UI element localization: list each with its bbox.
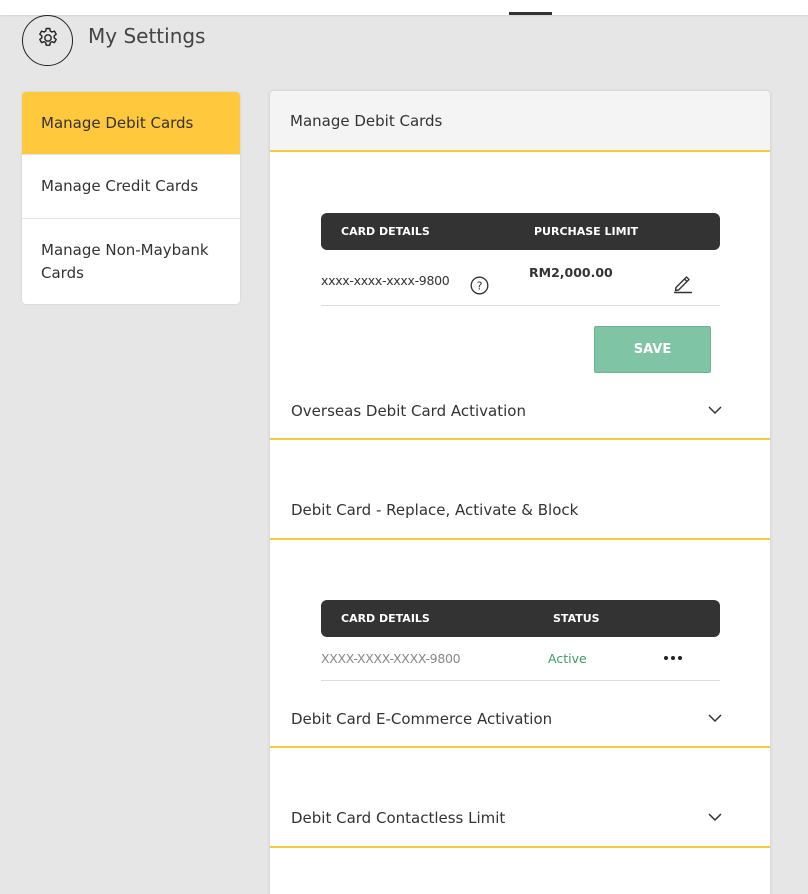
section-divider (270, 846, 770, 848)
section-divider (270, 438, 770, 440)
sidebar-item-manage-debit-cards[interactable]: Manage Debit Cards (22, 92, 240, 155)
ecommerce-activation-title[interactable]: Debit Card E-Commerce Activation (291, 710, 552, 728)
gear-icon (36, 26, 60, 54)
settings-button[interactable] (22, 14, 73, 66)
contactless-limit-title[interactable]: Debit Card Contactless Limit (291, 809, 505, 827)
section-divider (270, 538, 770, 540)
active-tab-indicator (509, 12, 552, 15)
overseas-activation-title[interactable]: Overseas Debit Card Activation (291, 402, 526, 420)
purchase-table-header: CARD DETAILS PURCHASE LIMIT (321, 213, 720, 250)
sidebar: Manage Debit Cards Manage Credit Cards M… (22, 92, 240, 304)
chevron-down-icon[interactable] (706, 808, 724, 826)
top-bar (0, 0, 808, 15)
card-number: XXXX-XXXX-XXXX-9800 (321, 651, 461, 666)
sidebar-item-manage-non-maybank-cards[interactable]: Manage Non-Maybank Cards (22, 219, 240, 304)
edit-icon[interactable] (672, 272, 694, 294)
more-options-icon[interactable] (662, 649, 686, 667)
page-header: My Settings (22, 14, 205, 66)
row-divider (321, 680, 720, 681)
save-button[interactable]: SAVE (594, 326, 711, 373)
chevron-down-icon[interactable] (706, 401, 724, 419)
panel-title: Manage Debit Cards (270, 91, 770, 152)
purchase-limit-value: RM2,000.00 (529, 265, 613, 280)
row-divider (321, 305, 720, 306)
status-badge: Active (548, 651, 587, 666)
main-panel: Manage Debit Cards CARD DETAILS PURCHASE… (270, 91, 770, 894)
svg-text:?: ? (477, 280, 483, 293)
sidebar-item-label: Manage Credit Cards (41, 177, 199, 195)
sidebar-item-label: Manage Non-Maybank Cards (41, 240, 209, 282)
replace-activate-block-title: Debit Card - Replace, Activate & Block (291, 501, 579, 519)
chevron-down-icon[interactable] (706, 709, 724, 727)
card-number: xxxx-xxxx-xxxx-9800 (321, 273, 450, 288)
sidebar-item-label: Manage Debit Cards (41, 113, 194, 132)
column-header-card-details: CARD DETAILS (341, 612, 430, 625)
help-icon[interactable]: ? (470, 276, 489, 295)
section-divider (270, 746, 770, 748)
column-header-purchase-limit: PURCHASE LIMIT (534, 225, 639, 238)
page-title: My Settings (88, 24, 206, 48)
sidebar-item-manage-credit-cards[interactable]: Manage Credit Cards (22, 155, 240, 219)
status-table-header: CARD DETAILS STATUS (321, 600, 720, 637)
column-header-card-details: CARD DETAILS (341, 225, 430, 238)
column-header-status: STATUS (553, 612, 600, 625)
